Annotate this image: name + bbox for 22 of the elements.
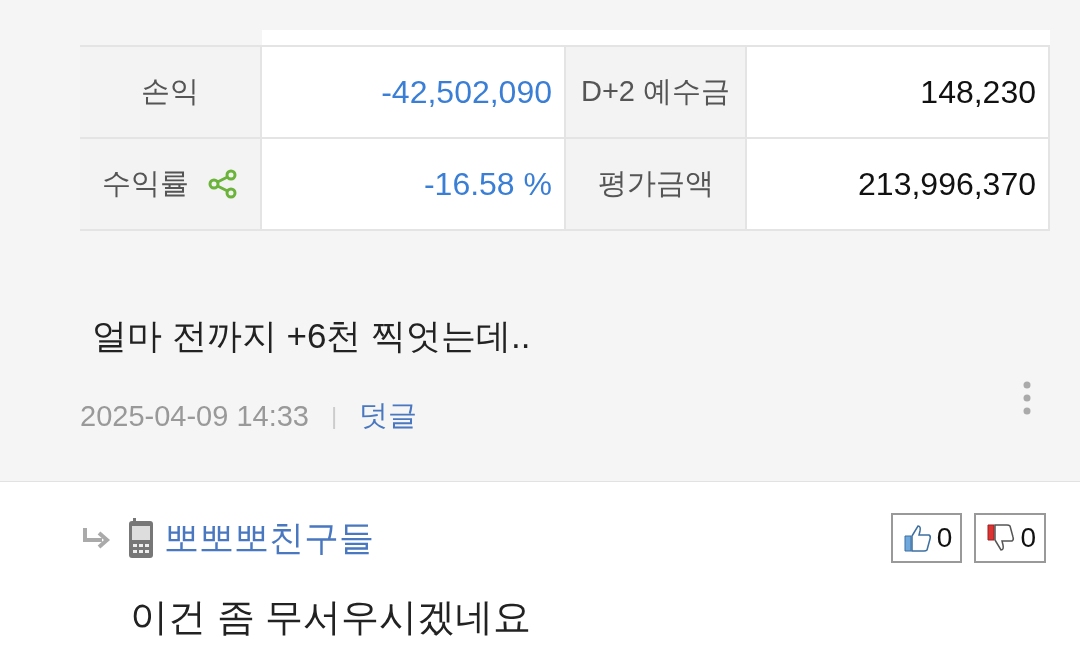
comment-text: 이건 좀 무서우시겠네요 — [130, 595, 533, 640]
table-cell: 213,996,370 — [747, 139, 1050, 229]
author-link[interactable]: 뽀뽀뽀친구들 — [164, 514, 374, 562]
label-text: 평가금액 — [597, 166, 714, 201]
reply-arrow-icon — [82, 527, 112, 549]
share-icon[interactable] — [206, 168, 239, 200]
comment-link[interactable]: 덧글 — [359, 396, 418, 436]
dislike-button[interactable]: 0 — [974, 513, 1046, 563]
post-date: 2025-04-09 14:33 — [80, 399, 309, 433]
post-text: 얼마 전까지 +6천 찍엇는데.. — [92, 315, 532, 357]
phone-icon — [128, 517, 154, 559]
label-text: 손익 — [141, 74, 199, 109]
thumbs-up-icon — [902, 523, 933, 553]
like-button[interactable]: 0 — [890, 513, 963, 563]
more-icon[interactable] — [1023, 381, 1031, 415]
thumbs-down-icon — [986, 523, 1017, 553]
label-text: D+2 예수금 — [580, 74, 731, 109]
separator: | — [331, 402, 338, 430]
label-text: 수익률 — [101, 166, 189, 201]
table-cell: -42,502,090 — [262, 47, 566, 137]
table-cell: 148,230 — [747, 47, 1050, 137]
table-cell: -16.58 % — [262, 139, 566, 229]
